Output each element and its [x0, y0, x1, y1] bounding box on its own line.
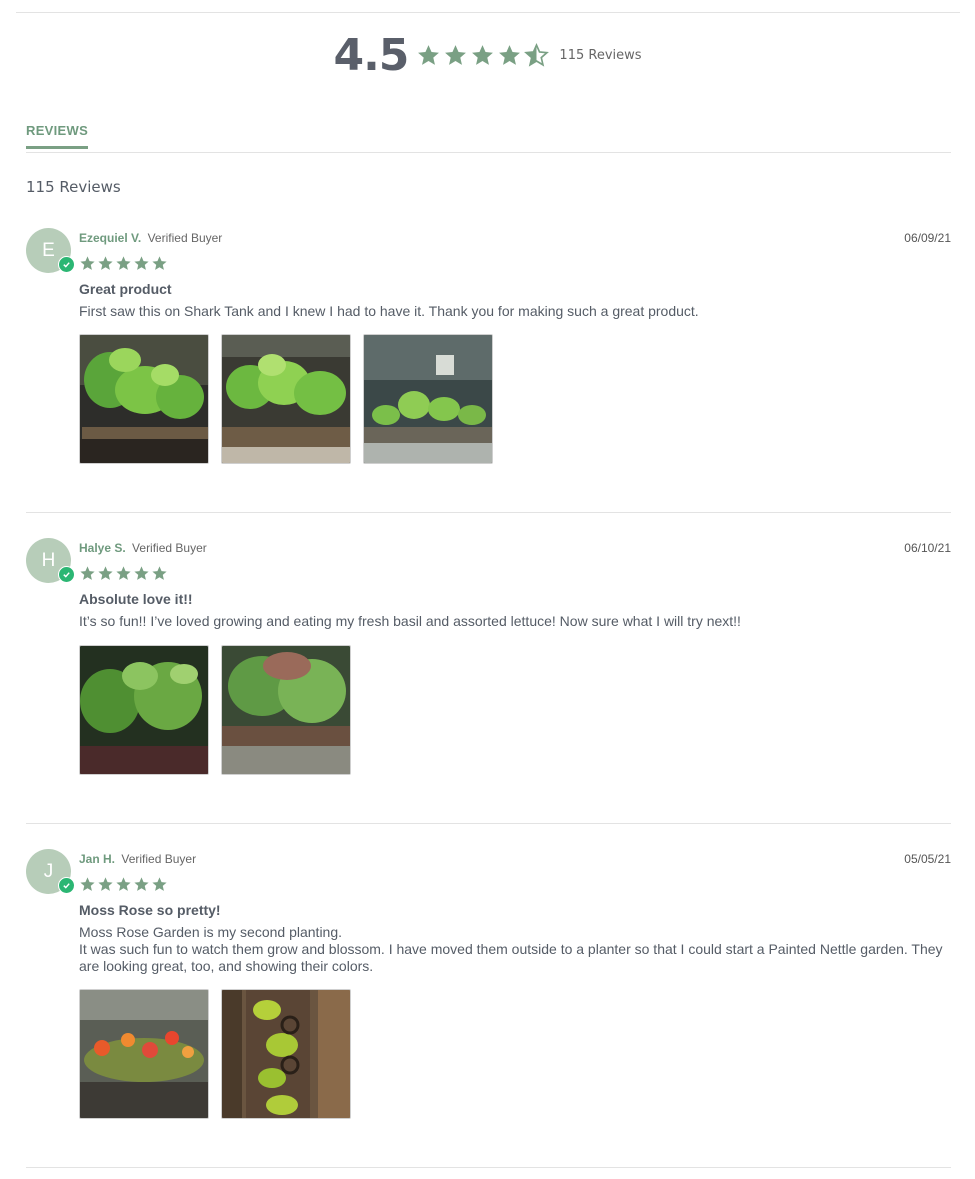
review-divider [26, 512, 951, 513]
rating-summary: 4.5 115 Reviews [0, 30, 975, 81]
review-stars [79, 565, 168, 582]
review-body: Moss Rose Garden is my second planting. … [79, 924, 951, 975]
review-body: It’s so fun!! I’ve loved growing and eat… [79, 613, 951, 630]
star-icon [134, 877, 149, 891]
verified-check-icon [58, 877, 75, 894]
star-icon [80, 566, 95, 580]
avatar-initial: E [42, 239, 55, 261]
review-item: E Ezequiel V. Verified Buyer 06/09/21 Gr… [26, 228, 951, 513]
review-date: 06/09/21 [904, 231, 951, 245]
verified-check-icon [58, 256, 75, 273]
star-icon [98, 566, 113, 580]
review-stars [79, 876, 168, 893]
avatar: J [26, 849, 75, 894]
review-photos [79, 645, 351, 775]
star-icon [499, 45, 521, 65]
review-photo-painted-nettle[interactable] [221, 989, 351, 1119]
review-body-line: It was such fun to watch them grow and b… [79, 941, 943, 974]
avatar-initial: J [43, 860, 54, 882]
review-body-line: First saw this on Shark Tank and I knew … [79, 303, 699, 319]
reviewer-name: Halye S. [79, 541, 126, 555]
review-title: Absolute love it!! [79, 591, 193, 607]
review-divider [26, 823, 951, 824]
avatar-initial: H [41, 549, 56, 571]
star-icon [134, 566, 149, 580]
review-date: 06/10/21 [904, 541, 951, 555]
average-stars [416, 43, 550, 68]
star-icon [80, 877, 95, 891]
star-icon [152, 566, 167, 580]
verified-buyer-label: Verified Buyer [147, 231, 223, 245]
review-item: H Halye S. Verified Buyer 06/10/21 Absol… [26, 538, 951, 824]
summary-review-count[interactable]: 115 Reviews [559, 48, 641, 63]
verified-buyer-label: Verified Buyer [121, 852, 197, 866]
tab-reviews[interactable]: REVIEWS [26, 123, 89, 149]
star-icon [98, 256, 113, 270]
star-icon [418, 45, 440, 65]
tab-bar: REVIEWS [26, 122, 951, 153]
star-icon [472, 45, 494, 65]
reviewer-name: Ezequiel V. [79, 231, 142, 245]
avatar: H [26, 538, 75, 583]
average-rating: 4.5 [333, 30, 409, 81]
review-photo-lettuce[interactable] [221, 645, 351, 775]
star-icon [116, 877, 131, 891]
review-photo-basil-seedlings[interactable] [363, 334, 493, 464]
verified-check-icon [58, 566, 75, 583]
review-photo-basil[interactable] [221, 334, 351, 464]
verified-buyer-label: Verified Buyer [132, 541, 207, 555]
review-title: Moss Rose so pretty! [79, 902, 221, 918]
star-icon [80, 256, 95, 270]
reviewer-name: Jan H. [79, 852, 116, 866]
review-body-line: Moss Rose Garden is my second planting. [79, 924, 343, 940]
star-icon [524, 43, 550, 67]
star-icon [98, 877, 113, 891]
star-icon [134, 256, 149, 270]
review-photo-moss-rose[interactable] [79, 989, 209, 1119]
avatar: E [26, 228, 75, 273]
star-icon [445, 45, 467, 65]
review-date: 05/05/21 [904, 852, 951, 866]
reviews-count-heading: 115 Reviews [26, 178, 121, 196]
review-divider [26, 1167, 951, 1168]
review-stars [79, 255, 168, 272]
star-icon [116, 256, 131, 270]
top-divider [16, 12, 960, 13]
review-item: J Jan H. Verified Buyer 05/05/21 Moss Ro… [26, 849, 951, 1169]
review-photos [79, 989, 351, 1119]
review-body-line: It’s so fun!! I’ve loved growing and eat… [79, 613, 741, 629]
review-photo-basil[interactable] [79, 334, 209, 464]
review-body: First saw this on Shark Tank and I knew … [79, 303, 951, 320]
star-icon [152, 877, 167, 891]
review-photo-basil-closeup[interactable] [79, 645, 209, 775]
review-photos [79, 334, 493, 464]
review-title: Great product [79, 281, 172, 297]
star-icon [152, 256, 167, 270]
star-icon [116, 566, 131, 580]
